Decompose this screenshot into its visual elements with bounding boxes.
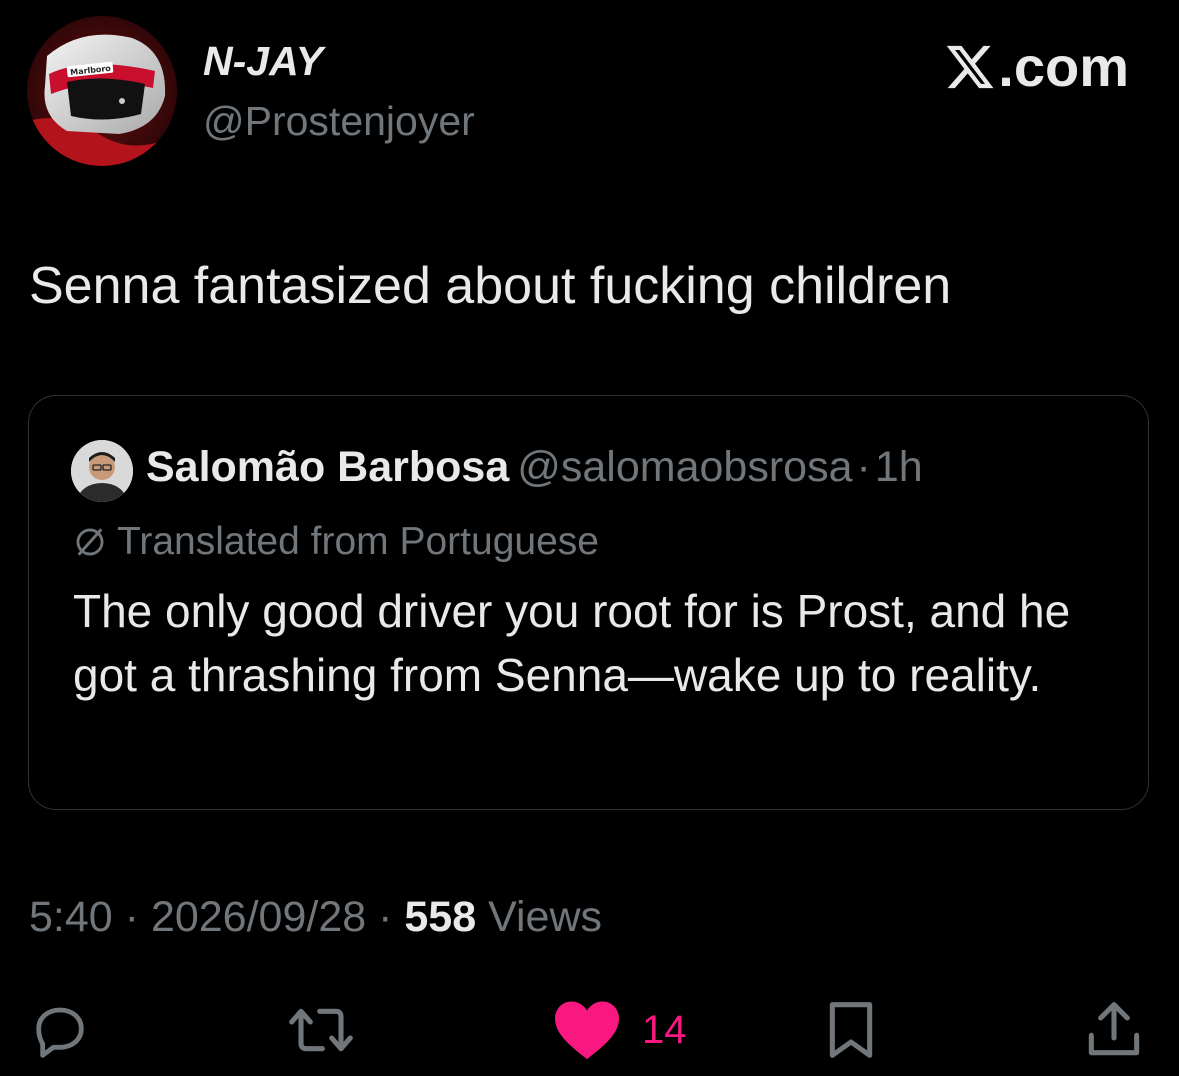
- racing-helmet-avatar: Marlboro: [27, 16, 177, 166]
- views-count: 558: [404, 893, 477, 941]
- tweet-time[interactable]: 5:40: [29, 893, 113, 941]
- retweet-icon: [289, 1008, 353, 1052]
- quote-author-avatar[interactable]: [71, 440, 133, 502]
- bookmark-button[interactable]: [822, 990, 880, 1070]
- x-logo-icon: [947, 45, 994, 88]
- quote-header: Salomão Barbosa @salomaobsrosa·1h: [146, 443, 923, 492]
- quote-body: The only good driver you root for is Pro…: [73, 585, 1071, 701]
- tweet-meta: 5:40 · 2026/09/28 · 558 Views: [29, 893, 602, 942]
- retweet-button[interactable]: [285, 990, 357, 1070]
- quote-time[interactable]: 1h: [875, 443, 923, 491]
- quote-separator: ·: [856, 443, 871, 491]
- person-avatar-icon: [71, 440, 133, 502]
- author-name[interactable]: N-JAY: [203, 38, 323, 85]
- quoted-tweet-card[interactable]: Salomão Barbosa @salomaobsrosa·1h Transla…: [28, 395, 1149, 810]
- reply-icon: [36, 1007, 84, 1058]
- share-icon: [1088, 1002, 1140, 1056]
- meta-separator: ·: [124, 893, 139, 941]
- brand-watermark: .com: [944, 34, 1129, 99]
- tweet-text: Senna fantasized about fucking children: [29, 257, 952, 315]
- bookmark-icon: [829, 1002, 873, 1058]
- action-bar: 14: [0, 990, 1179, 1070]
- like-button[interactable]: 14: [552, 990, 687, 1070]
- globe-icon: [76, 528, 104, 556]
- views-label: Views: [488, 893, 603, 941]
- share-button[interactable]: [1082, 990, 1146, 1070]
- tweet-date[interactable]: 2026/09/28: [151, 893, 366, 941]
- translated-label: Translated from Portuguese: [117, 520, 599, 563]
- quote-author-name[interactable]: Salomão Barbosa: [146, 443, 509, 491]
- meta-separator: ·: [378, 893, 393, 941]
- heart-icon: [555, 1001, 619, 1060]
- translated-notice[interactable]: Translated from Portuguese: [73, 520, 599, 564]
- brand-label: .com: [998, 35, 1129, 98]
- reply-button[interactable]: [28, 990, 92, 1070]
- author-avatar[interactable]: Marlboro: [27, 16, 177, 166]
- like-count: 14: [642, 1007, 687, 1052]
- author-handle[interactable]: @Prostenjoyer: [203, 98, 475, 145]
- quote-author-handle[interactable]: @salomaobsrosa: [517, 443, 852, 491]
